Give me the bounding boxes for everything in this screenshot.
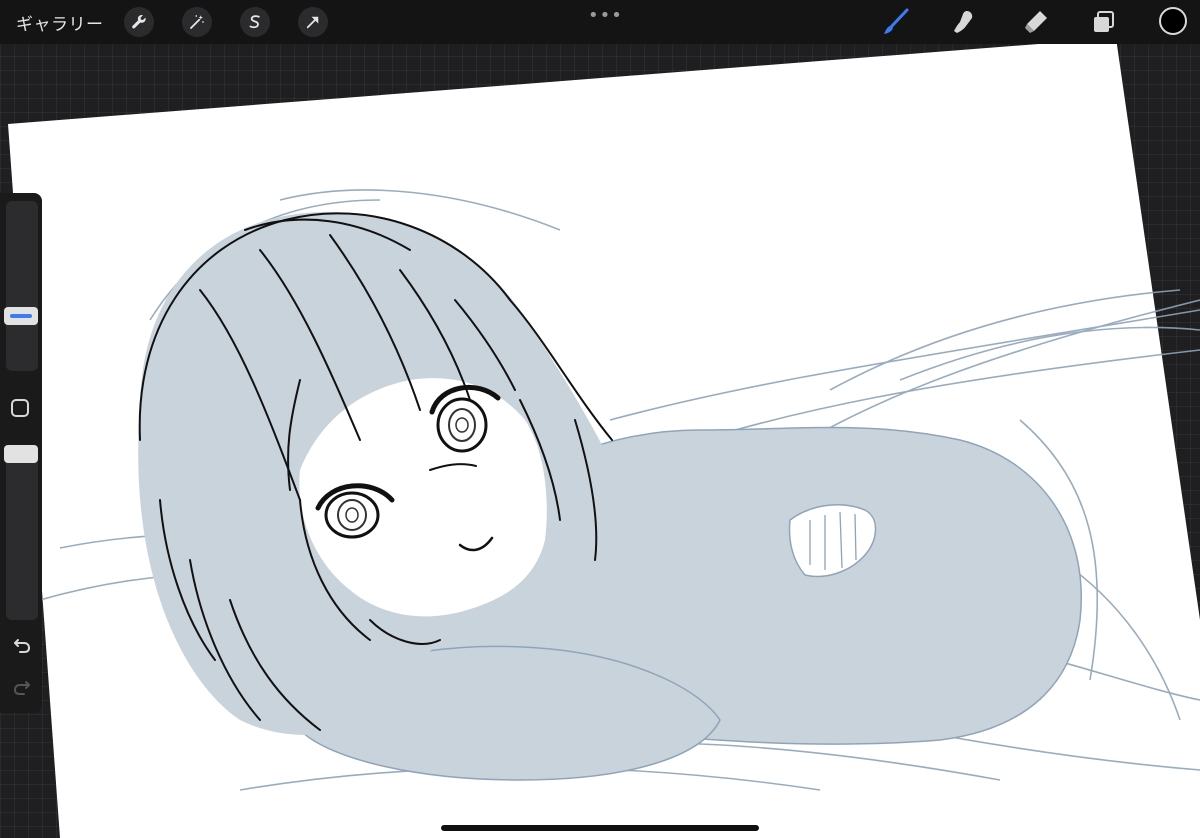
smudge-tool-button[interactable] bbox=[948, 6, 980, 38]
brush-icon bbox=[884, 8, 909, 34]
opacity-slider[interactable] bbox=[4, 445, 38, 620]
brush-size-handle[interactable] bbox=[4, 307, 38, 326]
redo-icon bbox=[13, 681, 30, 695]
adjustments-button[interactable] bbox=[182, 7, 212, 37]
top-toolbar: ギャラリー ••• bbox=[0, 0, 1200, 44]
brush-size-accent bbox=[10, 314, 32, 319]
more-options-button[interactable]: ••• bbox=[588, 5, 623, 26]
wrench-icon bbox=[132, 14, 146, 29]
drawing-canvas[interactable] bbox=[0, 0, 1200, 838]
undo-icon bbox=[14, 639, 31, 653]
magic-wand-icon bbox=[190, 15, 204, 29]
layers-button[interactable] bbox=[1088, 6, 1120, 38]
color-picker-button[interactable] bbox=[1159, 7, 1187, 35]
smudge-icon bbox=[954, 11, 973, 33]
undo-button[interactable] bbox=[11, 635, 33, 657]
left-sidebar bbox=[0, 193, 42, 713]
redo-button[interactable] bbox=[11, 677, 33, 699]
arrow-cursor-icon bbox=[306, 16, 319, 29]
opacity-handle[interactable] bbox=[4, 445, 38, 463]
layers-icon bbox=[1094, 11, 1114, 32]
modify-button[interactable] bbox=[11, 399, 29, 417]
actions-button[interactable] bbox=[124, 7, 154, 37]
home-indicator[interactable] bbox=[441, 825, 759, 831]
brush-tool-button[interactable] bbox=[880, 6, 912, 38]
selection-s-icon bbox=[249, 15, 260, 29]
selection-button[interactable] bbox=[240, 7, 270, 37]
gallery-button[interactable]: ギャラリー bbox=[16, 10, 104, 35]
transform-button[interactable] bbox=[298, 7, 328, 37]
brush-size-slider[interactable] bbox=[4, 201, 38, 371]
eraser-icon bbox=[1025, 11, 1047, 33]
eraser-tool-button[interactable] bbox=[1020, 6, 1052, 38]
